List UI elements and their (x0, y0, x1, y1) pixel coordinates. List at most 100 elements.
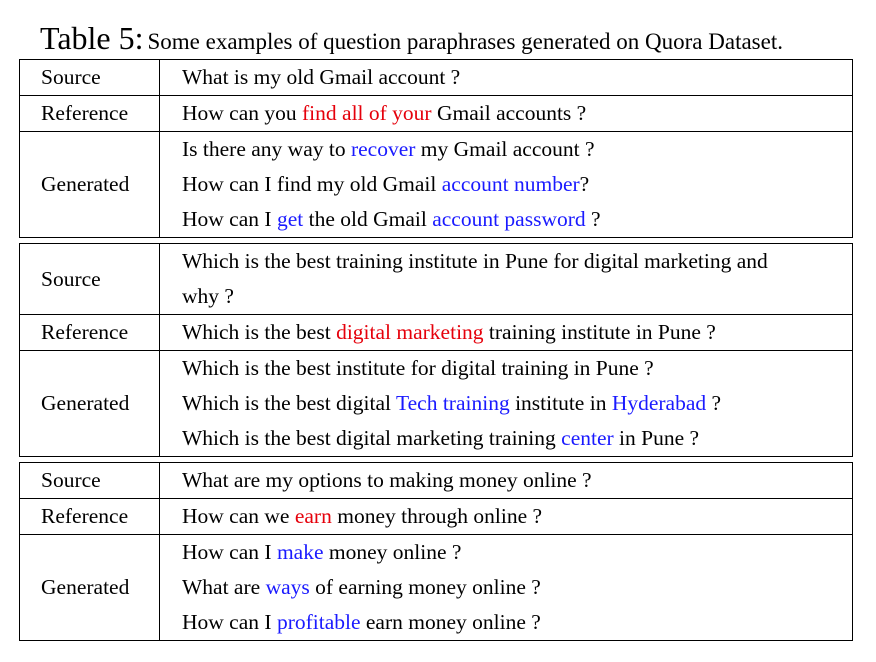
row-label-cell: Generated (20, 535, 160, 640)
table-row-reference: Reference How can you find all of your Gm… (20, 96, 852, 132)
row-text-cell: Which is the best digital marketing trai… (161, 315, 852, 350)
text-line: What are ways of earning money online ? (161, 570, 852, 605)
table-row-generated: Generated Which is the best institute for… (20, 351, 852, 456)
row-text-cell: Which is the best training institute in … (161, 244, 852, 314)
text-line: Which is the best digital marketing trai… (161, 315, 852, 350)
row-label-cell: Generated (20, 351, 160, 456)
row-label: Source (41, 65, 101, 89)
text-line: How can I make money online ? (161, 535, 852, 570)
table-row-source: Source Which is the best training institu… (20, 244, 852, 315)
highlighted-phrase: center (561, 426, 614, 450)
text-segment: the old Gmail (303, 207, 433, 231)
text-segment: money through online ? (331, 504, 543, 528)
text-line: How can you find all of your Gmail accou… (161, 96, 852, 131)
row-label-cell: Source (20, 463, 160, 498)
highlighted-phrase: find all of your (302, 101, 432, 125)
row-label: Generated (41, 391, 130, 415)
row-text-cell: Is there any way to recover my Gmail acc… (161, 132, 852, 237)
text-segment: How can I (182, 207, 277, 231)
row-text-cell: How can you find all of your Gmail accou… (161, 96, 852, 131)
text-line: How can I profitable earn money online ? (161, 605, 852, 640)
text-segment: What is my old Gmail account ? (182, 65, 461, 89)
text-segment: Which is the best training institute in … (182, 249, 768, 273)
text-line: Is there any way to recover my Gmail acc… (161, 132, 852, 167)
row-text-cell: Which is the best institute for digital … (161, 351, 852, 456)
table-row-generated: Generated How can I make money online ? Wh… (20, 535, 852, 640)
row-text-cell: What are my options to making money onli… (161, 463, 852, 498)
text-segment: ? (585, 207, 601, 231)
row-label-cell: Generated (20, 132, 160, 237)
text-segment: in Pune ? (613, 426, 700, 450)
row-label-cell: Reference (20, 96, 160, 131)
text-line: How can I get the old Gmail account pass… (161, 202, 852, 237)
text-line: Which is the best digital Tech training … (161, 386, 852, 421)
table-row-reference: Reference Which is the best digital marke… (20, 315, 852, 351)
text-segment: Which is the best digital (182, 391, 396, 415)
highlighted-phrase: account number (441, 172, 580, 196)
row-label-cell: Source (20, 60, 160, 95)
row-text-cell: How can I make money online ? What are wa… (161, 535, 852, 640)
highlighted-phrase: Tech training (395, 391, 510, 415)
highlighted-phrase: ways (265, 575, 310, 599)
text-line: Which is the best institute for digital … (161, 351, 852, 386)
row-text-cell: What is my old Gmail account ? (161, 60, 852, 95)
text-segment: What are my options to making money onli… (182, 468, 592, 492)
text-segment: How can we (182, 504, 295, 528)
text-line: How can we earn money through online ? (161, 499, 852, 534)
highlighted-phrase: earn (294, 504, 332, 528)
text-line: What is my old Gmail account ? (161, 60, 852, 95)
text-segment: Which is the best (182, 320, 337, 344)
text-segment: Which is the best digital marketing trai… (182, 426, 562, 450)
text-segment: Which is the best institute for digital … (182, 356, 654, 380)
example-group-2: Source Which is the best training institu… (19, 243, 853, 457)
table-row-source: Source What is my old Gmail account ? (20, 60, 852, 96)
highlighted-phrase: make (276, 540, 324, 564)
text-segment: How can I (182, 540, 277, 564)
text-segment: What are (182, 575, 266, 599)
text-line: why ? (161, 279, 852, 314)
table-row-reference: Reference How can we earn money through o… (20, 499, 852, 535)
text-line: How can I find my old Gmail account numb… (161, 167, 852, 202)
highlighted-phrase: profitable (276, 610, 361, 634)
row-label: Generated (41, 575, 130, 599)
text-segment: Gmail accounts ? (431, 101, 587, 125)
row-label-cell: Reference (20, 315, 160, 350)
example-group-1: Source What is my old Gmail account ? Refe… (19, 59, 853, 238)
highlighted-phrase: account password (432, 207, 586, 231)
text-segment: money online ? (323, 540, 462, 564)
text-segment: How can I (182, 610, 277, 634)
table-row-source: Source What are my options to making mone… (20, 463, 852, 499)
text-segment: ? (579, 172, 590, 196)
text-segment: training institute in Pune ? (483, 320, 716, 344)
row-label: Reference (41, 504, 129, 528)
highlighted-phrase: recover (350, 137, 416, 161)
row-label-cell: Source (20, 244, 160, 314)
text-segment: How can you (182, 101, 303, 125)
text-segment: How can I find my old Gmail (182, 172, 442, 196)
row-label: Reference (41, 320, 129, 344)
text-segment: of earning money online ? (309, 575, 541, 599)
text-segment: ? (706, 391, 722, 415)
row-label: Generated (41, 172, 130, 196)
highlighted-phrase: digital marketing (336, 320, 484, 344)
caption-text: Some examples of question paraphrases ge… (147, 29, 783, 54)
text-segment: earn money online ? (360, 610, 541, 634)
row-label: Source (41, 266, 101, 291)
caption-label: Table 5: (40, 20, 144, 56)
text-line: Which is the best training institute in … (161, 244, 852, 279)
text-line: What are my options to making money onli… (161, 463, 852, 498)
text-segment: Is there any way to (182, 137, 351, 161)
row-label: Source (41, 468, 101, 492)
highlighted-phrase: get (276, 207, 304, 231)
highlighted-phrase: Hyderabad (611, 391, 707, 415)
text-segment: institute in (509, 391, 612, 415)
text-segment: my Gmail account ? (415, 137, 595, 161)
table-caption: Table 5: Some examples of question parap… (40, 20, 783, 57)
row-text-cell: How can we earn money through online ? (161, 499, 852, 534)
text-line: Which is the best digital marketing trai… (161, 421, 852, 456)
table-row-generated: Generated Is there any way to recover my … (20, 132, 852, 237)
row-label-cell: Reference (20, 499, 160, 534)
text-segment: why ? (182, 284, 234, 308)
example-group-3: Source What are my options to making mone… (19, 462, 853, 641)
row-label: Reference (41, 101, 129, 125)
